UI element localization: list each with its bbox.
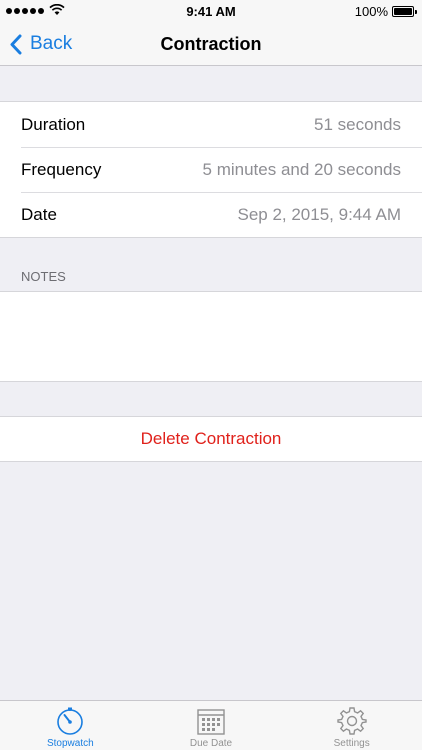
- notes-text: [0, 292, 422, 316]
- tab-label: Stopwatch: [46, 738, 94, 749]
- status-bar: 9:41 AM 100%: [0, 0, 422, 22]
- tab-label: Settings: [333, 738, 370, 749]
- page-title: Contraction: [160, 34, 262, 54]
- detail-label: Duration: [21, 114, 86, 134]
- battery-percentage: 100%: [354, 4, 388, 19]
- detail-value: Sep 2, 2015, 9:44 AM: [237, 204, 401, 224]
- details-group: Duration 51 seconds Frequency 5 minutes …: [0, 101, 422, 238]
- tab-settings[interactable]: Settings: [281, 701, 422, 750]
- battery-icon: [392, 6, 417, 17]
- tab-label: Due Date: [189, 738, 233, 749]
- delete-label: Delete Contraction: [140, 429, 282, 448]
- calendar-icon: [197, 709, 225, 735]
- tab-stopwatch[interactable]: Stopwatch: [0, 701, 141, 750]
- detail-value: 51 seconds: [314, 114, 401, 134]
- notes-field[interactable]: [0, 291, 422, 382]
- tab-due-date[interactable]: Due Date: [141, 701, 282, 750]
- detail-row-duration: Duration 51 seconds: [0, 102, 422, 147]
- tab-bar: Stopwatch Due Date Settings: [0, 700, 422, 750]
- detail-value: 5 minutes and 20 seconds: [202, 159, 401, 179]
- detail-row-date: Date Sep 2, 2015, 9:44 AM: [0, 192, 422, 237]
- delete-contraction-button[interactable]: Delete Contraction: [0, 416, 422, 462]
- stopwatch-icon: [57, 707, 84, 735]
- detail-row-frequency: Frequency 5 minutes and 20 seconds: [0, 147, 422, 192]
- detail-label: Frequency: [21, 159, 102, 179]
- navigation-bar: Back Contraction: [0, 22, 422, 66]
- gear-icon: [336, 707, 367, 735]
- notes-header: NOTES: [21, 269, 66, 284]
- detail-label: Date: [21, 204, 57, 224]
